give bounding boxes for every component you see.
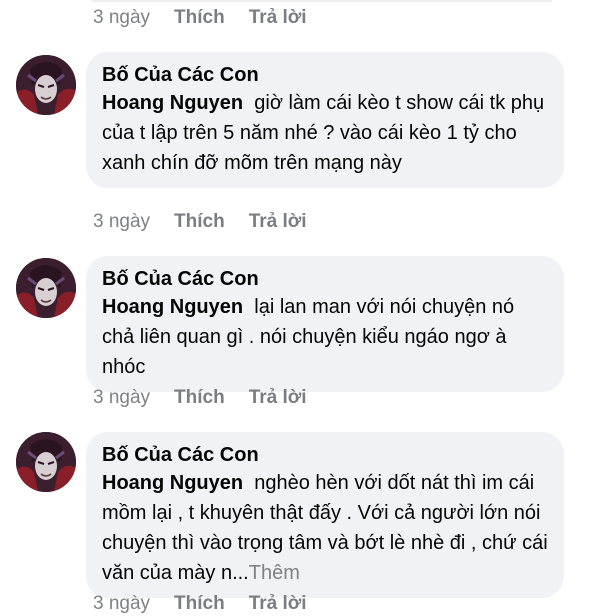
- like-button[interactable]: Thích: [174, 210, 225, 234]
- comment-actions: 3 ngày Thích Trả lời: [93, 6, 307, 30]
- mention[interactable]: Hoang Nguyen: [102, 472, 243, 494]
- comment-text: Hoang Nguyen nghèo hèn với dốt nát thì i…: [102, 468, 550, 588]
- comment-author[interactable]: Bố Của Các Con: [102, 266, 550, 292]
- comment-author[interactable]: Bố Của Các Con: [102, 442, 550, 468]
- timestamp[interactable]: 3 ngày: [93, 592, 150, 616]
- timestamp[interactable]: 3 ngày: [93, 386, 150, 410]
- avatar-image: [16, 432, 76, 492]
- like-button[interactable]: Thích: [174, 592, 225, 616]
- divider: [92, 0, 552, 2]
- avatar[interactable]: [16, 432, 76, 492]
- comment-bubble: Bố Của Các Con Hoang Nguyen lại lan man …: [86, 256, 564, 392]
- comment-text: Hoang Nguyen giờ làm cái kèo t show cái …: [102, 88, 550, 178]
- comment-actions: 3 ngày Thích Trả lời: [93, 210, 307, 234]
- comment-actions: 3 ngày Thích Trả lời: [93, 386, 307, 410]
- reply-button[interactable]: Trả lời: [249, 592, 307, 616]
- reply-button[interactable]: Trả lời: [249, 210, 307, 234]
- avatar-image: [16, 55, 76, 115]
- avatar[interactable]: [16, 258, 76, 318]
- see-more-link[interactable]: Thêm: [249, 562, 300, 584]
- comment-bubble: Bố Của Các Con Hoang Nguyen nghèo hèn vớ…: [86, 432, 564, 598]
- comment-author[interactable]: Bố Của Các Con: [102, 62, 550, 88]
- like-button[interactable]: Thích: [174, 6, 225, 30]
- avatar-image: [16, 258, 76, 318]
- avatar[interactable]: [16, 55, 76, 115]
- comment-text: Hoang Nguyen lại lan man với nói chuyện …: [102, 292, 550, 382]
- like-button[interactable]: Thích: [174, 386, 225, 410]
- comment-actions: 3 ngày Thích Trả lời: [93, 592, 307, 616]
- timestamp[interactable]: 3 ngày: [93, 6, 150, 30]
- comment-bubble: Bố Của Các Con Hoang Nguyen giờ làm cái …: [86, 52, 564, 188]
- reply-button[interactable]: Trả lời: [249, 6, 307, 30]
- mention[interactable]: Hoang Nguyen: [102, 92, 243, 114]
- timestamp[interactable]: 3 ngày: [93, 210, 150, 234]
- reply-button[interactable]: Trả lời: [249, 386, 307, 410]
- mention[interactable]: Hoang Nguyen: [102, 296, 243, 318]
